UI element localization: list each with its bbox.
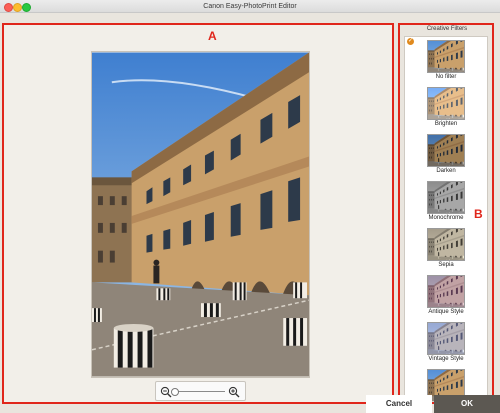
filter-thumbnail	[427, 228, 465, 261]
title-bar: Canon Easy-PhotoPrint Editor	[0, 0, 500, 13]
window-title: Canon Easy-PhotoPrint Editor	[203, 3, 297, 10]
selected-check-icon: ✓	[407, 38, 414, 45]
filter-thumbnail	[427, 275, 465, 308]
filter-label: No filter	[435, 74, 457, 80]
filter-thumbnail	[427, 87, 465, 120]
cancel-button[interactable]: Cancel	[366, 395, 432, 413]
filter-label: Antique Style	[428, 309, 464, 315]
filter-label: Brighten	[434, 121, 458, 127]
window-body: A Creative Filters No filter ✓ Brighten …	[0, 13, 500, 413]
filter-thumbnail	[427, 181, 465, 214]
filter-label: Darken	[436, 168, 456, 174]
filter-thumbnail	[427, 134, 465, 167]
filter-label: Vintage Style	[428, 356, 464, 362]
filter-item[interactable]: Antique Style	[405, 272, 487, 319]
filters-header: Creative Filters	[426, 26, 468, 32]
filter-item[interactable]: Brighten	[405, 84, 487, 131]
filter-item[interactable]: Vintage Style	[405, 319, 487, 366]
filter-label: Sepia	[438, 262, 454, 268]
filter-thumbnail	[427, 40, 465, 73]
filter-item[interactable]: Darken	[405, 131, 487, 178]
annotation-label-a: A	[208, 29, 217, 43]
ok-button[interactable]: OK	[434, 395, 500, 413]
photo-preview-image	[92, 52, 309, 377]
zoom-control	[155, 381, 246, 401]
zoom-in-magnifier-icon[interactable]	[228, 385, 240, 398]
zoom-slider-thumb[interactable]	[171, 388, 179, 396]
filter-thumbnail	[427, 322, 465, 355]
filter-item[interactable]: Sepia	[405, 225, 487, 272]
annotation-label-b: B	[474, 207, 483, 221]
zoom-slider[interactable]	[171, 388, 225, 396]
photo-preview[interactable]	[91, 51, 310, 378]
filter-item[interactable]: No filter ✓	[405, 37, 487, 84]
